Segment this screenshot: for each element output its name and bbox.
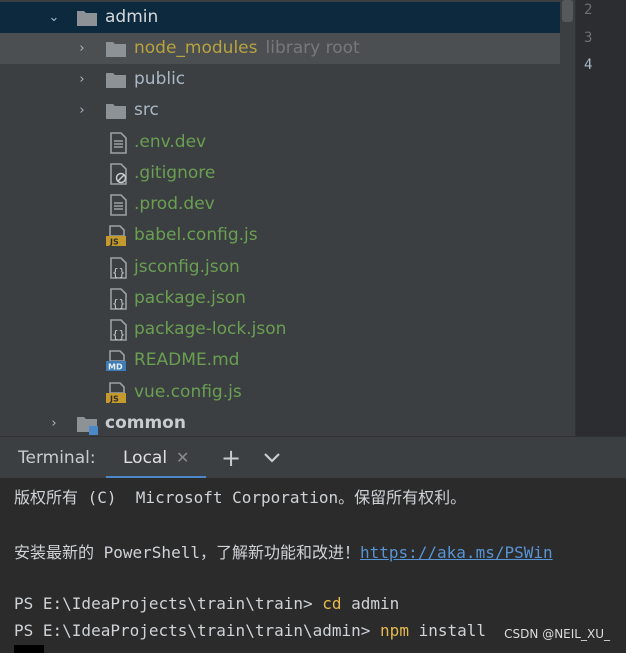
tree-item-label: jsconfig.json xyxy=(134,257,240,277)
chevron-down-icon[interactable]: ⌄ xyxy=(45,2,63,33)
terminal-title: Terminal: xyxy=(18,448,96,468)
svg-text:{}: {} xyxy=(112,328,125,341)
line-number: 2 xyxy=(584,2,593,18)
tree-item-label: common xyxy=(105,413,186,433)
tree-item-label: vue.config.js xyxy=(134,382,242,402)
tree-item-vue-config[interactable]: JS vue.config.js xyxy=(0,377,560,408)
json-file-icon: {} xyxy=(110,288,127,310)
new-terminal-button[interactable]: + xyxy=(219,437,243,479)
line-number: 3 xyxy=(584,30,593,46)
js-file-icon: JS xyxy=(106,225,126,247)
tab-label: Local xyxy=(123,448,168,468)
tree-item-public[interactable]: › public xyxy=(0,64,560,95)
tree-item-label: src xyxy=(134,100,159,120)
json-file-icon: {} xyxy=(110,257,127,279)
tree-item-gitignore[interactable]: .gitignore xyxy=(0,158,560,189)
svg-text:JS: JS xyxy=(109,395,119,404)
tree-item-label: public xyxy=(134,69,186,89)
library-root-hint: library root xyxy=(265,38,360,58)
powershell-link[interactable]: https://aka.ms/PSWin xyxy=(360,543,553,562)
terminal-line-install: 安装最新的 PowerShell，了解新功能和改进！https://aka.ms… xyxy=(14,543,553,562)
tree-item-label: package.json xyxy=(134,288,246,308)
text-file-icon xyxy=(110,194,127,216)
tree-item-label: .env.dev xyxy=(134,132,207,152)
tree-item-babel-config[interactable]: JS babel.config.js xyxy=(0,220,560,251)
chevron-down-icon[interactable] xyxy=(262,449,282,467)
tree-item-common[interactable]: › common xyxy=(0,408,560,436)
tree-item-label: README.md xyxy=(134,350,240,370)
folder-icon xyxy=(106,104,126,119)
svg-text:MD: MD xyxy=(108,363,123,372)
tree-item-prod-dev[interactable]: .prod.dev xyxy=(0,189,560,220)
line-number: 4 xyxy=(584,57,593,73)
folder-icon xyxy=(106,73,126,88)
tab-local[interactable]: Local ✕ xyxy=(106,437,206,479)
terminal-line-copyright: 版权所有 (C) Microsoft Corporation。保留所有权利。 xyxy=(14,488,467,507)
watermark: CSDN @NEIL_XU_ xyxy=(504,627,610,641)
terminal-line-prompt: PS E:\IdeaProjects\train\train\admin> np… xyxy=(14,621,487,640)
chevron-right-icon[interactable]: › xyxy=(45,408,63,436)
tree-item-label: .gitignore xyxy=(134,163,216,183)
terminal-line-prompt: PS E:\IdeaProjects\train\train> cd admin xyxy=(14,594,400,613)
svg-text:JS: JS xyxy=(109,238,119,247)
module-folder-icon xyxy=(77,417,98,435)
tree-item-package-lock[interactable]: {} package-lock.json xyxy=(0,314,560,345)
tree-item-label: package-lock.json xyxy=(134,319,287,339)
tree-item-label: .prod.dev xyxy=(134,194,215,214)
tree-item-env-dev[interactable]: .env.dev xyxy=(0,127,560,158)
tree-item-readme[interactable]: MD README.md xyxy=(0,345,560,376)
js-file-icon: JS xyxy=(106,382,126,404)
tree-item-src[interactable]: › src xyxy=(0,95,560,126)
folder-icon xyxy=(106,42,126,57)
chevron-right-icon[interactable]: › xyxy=(73,33,91,64)
json-file-icon: {} xyxy=(110,319,127,341)
markdown-file-icon: MD xyxy=(106,350,126,372)
editor-gutter: 2 3 4 xyxy=(575,0,626,436)
tree-item-package-json[interactable]: {} package.json xyxy=(0,283,560,314)
tree-item-label: node_modules library root xyxy=(134,38,360,58)
tree-scrollbar[interactable] xyxy=(560,0,575,436)
svg-text:{}: {} xyxy=(112,266,125,279)
project-tree: ⌄ admin › node_modules library root › pub… xyxy=(0,0,575,436)
scrollbar-thumb[interactable] xyxy=(562,0,573,22)
terminal-cursor xyxy=(14,645,44,653)
terminal-toolbar: Terminal: Local ✕ + xyxy=(0,436,626,479)
tree-item-label: babel.config.js xyxy=(134,225,258,245)
tree-item-admin[interactable]: ⌄ admin xyxy=(0,2,560,33)
text-file-icon xyxy=(110,132,127,154)
folder-icon xyxy=(77,11,97,26)
ignore-file-icon xyxy=(110,163,127,185)
chevron-right-icon[interactable]: › xyxy=(73,64,91,95)
tree-item-label: admin xyxy=(105,7,159,27)
chevron-right-icon[interactable]: › xyxy=(73,95,91,126)
svg-text:{}: {} xyxy=(112,297,125,310)
tree-item-jsconfig[interactable]: {} jsconfig.json xyxy=(0,252,560,283)
tree-item-node-modules[interactable]: › node_modules library root xyxy=(0,33,560,64)
close-icon[interactable]: ✕ xyxy=(176,437,189,479)
